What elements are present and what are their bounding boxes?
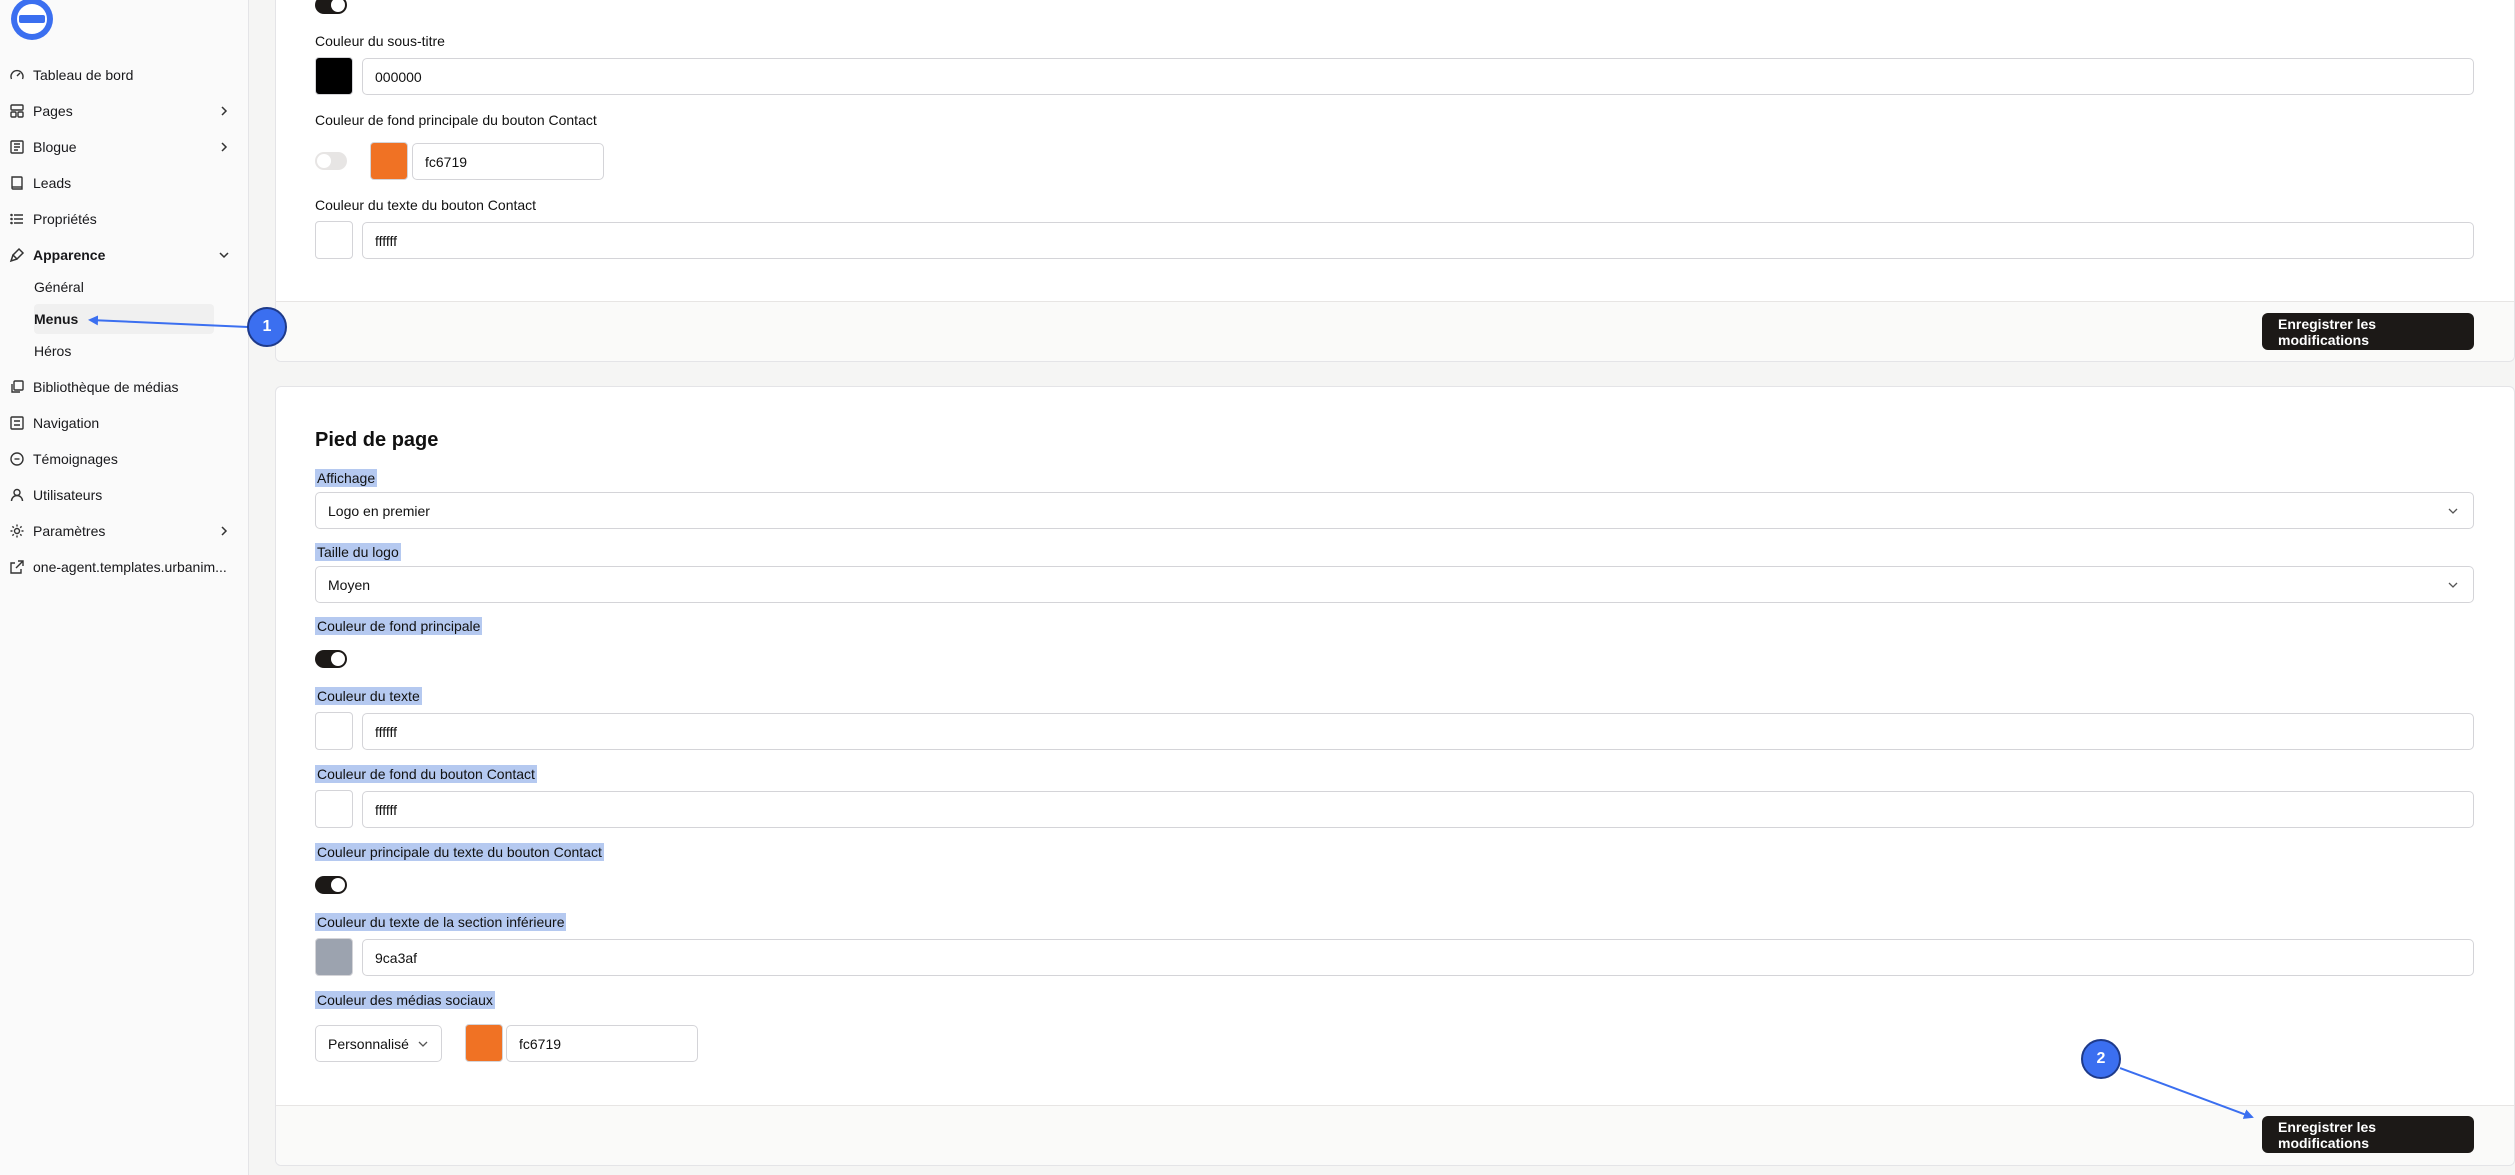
- sidebar-item-label: Apparence: [33, 247, 106, 263]
- footer-contact-bg-label: Couleur de fond du bouton Contact: [315, 765, 537, 783]
- logo-size-select-value: Moyen: [328, 576, 371, 593]
- display-select[interactable]: Logo en premier: [315, 492, 2474, 529]
- sidebar-item-navigation[interactable]: Navigation: [0, 406, 249, 440]
- app-root: Tableau de bord Pages Blogue Leads Propr…: [0, 0, 2515, 1175]
- logo-size-label: Taille du logo: [315, 543, 401, 561]
- toggle-knob: [331, 652, 345, 666]
- annotation-badge-2: 2: [2081, 1039, 2121, 1079]
- contact-bg-label: Couleur de fond principale du bouton Con…: [315, 112, 597, 128]
- header-toggle[interactable]: [315, 0, 347, 14]
- sidebar-item-label: Propriétés: [33, 211, 97, 227]
- sidebar-item-label: Blogue: [33, 139, 77, 155]
- main-bg-label: Couleur de fond principale: [315, 617, 483, 635]
- sidebar-item-parametres[interactable]: Paramètres: [0, 514, 249, 548]
- sidebar-item-label: Utilisateurs: [33, 487, 103, 503]
- external-link-icon: [9, 559, 25, 575]
- contact-bg-swatch[interactable]: [370, 142, 408, 180]
- sidebar-item-label: Navigation: [33, 415, 100, 431]
- sidebar-subitem-general[interactable]: Général: [34, 272, 214, 302]
- sidebar-item-leads[interactable]: Leads: [0, 166, 249, 200]
- navigation-icon: [9, 415, 25, 431]
- app-logo-icon[interactable]: [7, 0, 53, 40]
- layout-icon: [9, 103, 25, 119]
- header-settings-card: [275, 0, 2515, 362]
- social-mode-select[interactable]: Personnalisé: [315, 1025, 442, 1062]
- sidebar-subitem-label: Général: [34, 279, 84, 295]
- chevron-right-icon: [221, 106, 228, 116]
- subtitle-color-swatch[interactable]: [315, 57, 353, 95]
- chevron-right-icon: [221, 142, 228, 152]
- contact-text-swatch[interactable]: [315, 221, 353, 259]
- save-footer-button[interactable]: Enregistrer les modifications: [2262, 1116, 2474, 1153]
- display-select-value: Logo en premier: [328, 502, 430, 519]
- sidebar-item-label: Pages: [33, 103, 73, 119]
- contact-text-label: Couleur du texte du bouton Contact: [315, 197, 537, 213]
- subtitle-color-label: Couleur du sous-titre: [315, 33, 445, 49]
- text-color-input[interactable]: ffffff: [362, 713, 2474, 750]
- contact-text-input[interactable]: ffffff: [362, 222, 2474, 259]
- user-icon: [9, 487, 25, 503]
- sidebar-item-temoignages[interactable]: Témoignages: [0, 442, 249, 476]
- display-label: Affichage: [315, 469, 378, 487]
- sidebar-item-label: Témoignages: [33, 451, 118, 467]
- toggle-knob: [317, 154, 331, 168]
- sidebar-item-media-library[interactable]: Bibliothèque de médias: [0, 370, 249, 404]
- footer-contact-text-toggle[interactable]: [315, 876, 347, 894]
- text-color-swatch[interactable]: [315, 712, 353, 750]
- bottom-text-swatch[interactable]: [315, 938, 353, 976]
- sidebar-item-pages[interactable]: Pages: [0, 94, 249, 128]
- sidebar-subitem-label: Héros: [34, 343, 72, 359]
- sidebar-item-label: Bibliothèque de médias: [33, 379, 179, 395]
- bottom-text-label: Couleur du texte de la section inférieur…: [315, 913, 567, 931]
- footer-contact-bg-input[interactable]: ffffff: [362, 791, 2474, 828]
- toggle-knob: [331, 0, 345, 12]
- main-bg-toggle[interactable]: [315, 650, 347, 668]
- sidebar-item-label: Leads: [33, 175, 72, 191]
- footer-contact-bg-swatch[interactable]: [315, 790, 353, 828]
- book-icon: [9, 175, 25, 191]
- sidebar-item-utilisateurs[interactable]: Utilisateurs: [0, 478, 249, 512]
- chevron-down-icon: [2448, 508, 2458, 514]
- list-icon: [9, 211, 25, 227]
- social-color-input[interactable]: fc6719: [506, 1025, 698, 1062]
- sidebar-item-proprietes[interactable]: Propriétés: [0, 202, 249, 236]
- footer-contact-text-label: Couleur principale du texte du bouton Co…: [315, 843, 604, 861]
- contact-bg-toggle[interactable]: [315, 152, 347, 170]
- sidebar-item-external-site[interactable]: one-agent.templates.urbanim...: [0, 550, 249, 584]
- sidebar-item-dashboard[interactable]: Tableau de bord: [0, 58, 249, 92]
- chevron-down-icon: [219, 252, 229, 259]
- sidebar-subitem-menus[interactable]: Menus: [34, 304, 214, 334]
- sidebar-item-label: one-agent.templates.urbanim...: [33, 559, 227, 575]
- social-color-swatch[interactable]: [465, 1024, 503, 1062]
- chevron-down-icon: [418, 1041, 428, 1047]
- message-icon: [9, 451, 25, 467]
- chevron-down-icon: [2448, 582, 2458, 588]
- toggle-knob: [331, 878, 345, 892]
- annotation-badge-1: 1: [247, 307, 287, 347]
- contact-bg-input[interactable]: fc6719: [412, 143, 604, 180]
- sidebar-subitem-label: Menus: [34, 311, 79, 327]
- gauge-icon: [9, 67, 25, 83]
- brush-icon: [9, 247, 25, 263]
- save-header-button[interactable]: Enregistrer les modifications: [2262, 313, 2474, 350]
- media-library-icon: [9, 379, 25, 395]
- sidebar: Tableau de bord Pages Blogue Leads Propr…: [0, 0, 249, 1175]
- sidebar-subitem-heros[interactable]: Héros: [34, 336, 214, 366]
- sidebar-item-apparence[interactable]: Apparence: [0, 238, 249, 272]
- newspaper-icon: [9, 139, 25, 155]
- chevron-right-icon: [221, 526, 228, 536]
- subtitle-color-input[interactable]: 000000: [362, 58, 2474, 95]
- social-mode-value: Personnalisé: [328, 1035, 409, 1052]
- footer-card-footer: [276, 1105, 2514, 1165]
- sidebar-item-label: Tableau de bord: [33, 67, 134, 83]
- footer-section-title: Pied de page: [315, 429, 439, 451]
- header-card-footer: [276, 301, 2514, 361]
- settings-icon: [9, 523, 25, 539]
- sidebar-item-blogue[interactable]: Blogue: [0, 130, 249, 164]
- text-color-label: Couleur du texte: [315, 687, 422, 705]
- sidebar-item-label: Paramètres: [33, 523, 106, 539]
- bottom-text-input[interactable]: 9ca3af: [362, 939, 2474, 976]
- social-color-label: Couleur des médias sociaux: [315, 991, 495, 1009]
- logo-size-select[interactable]: Moyen: [315, 566, 2474, 603]
